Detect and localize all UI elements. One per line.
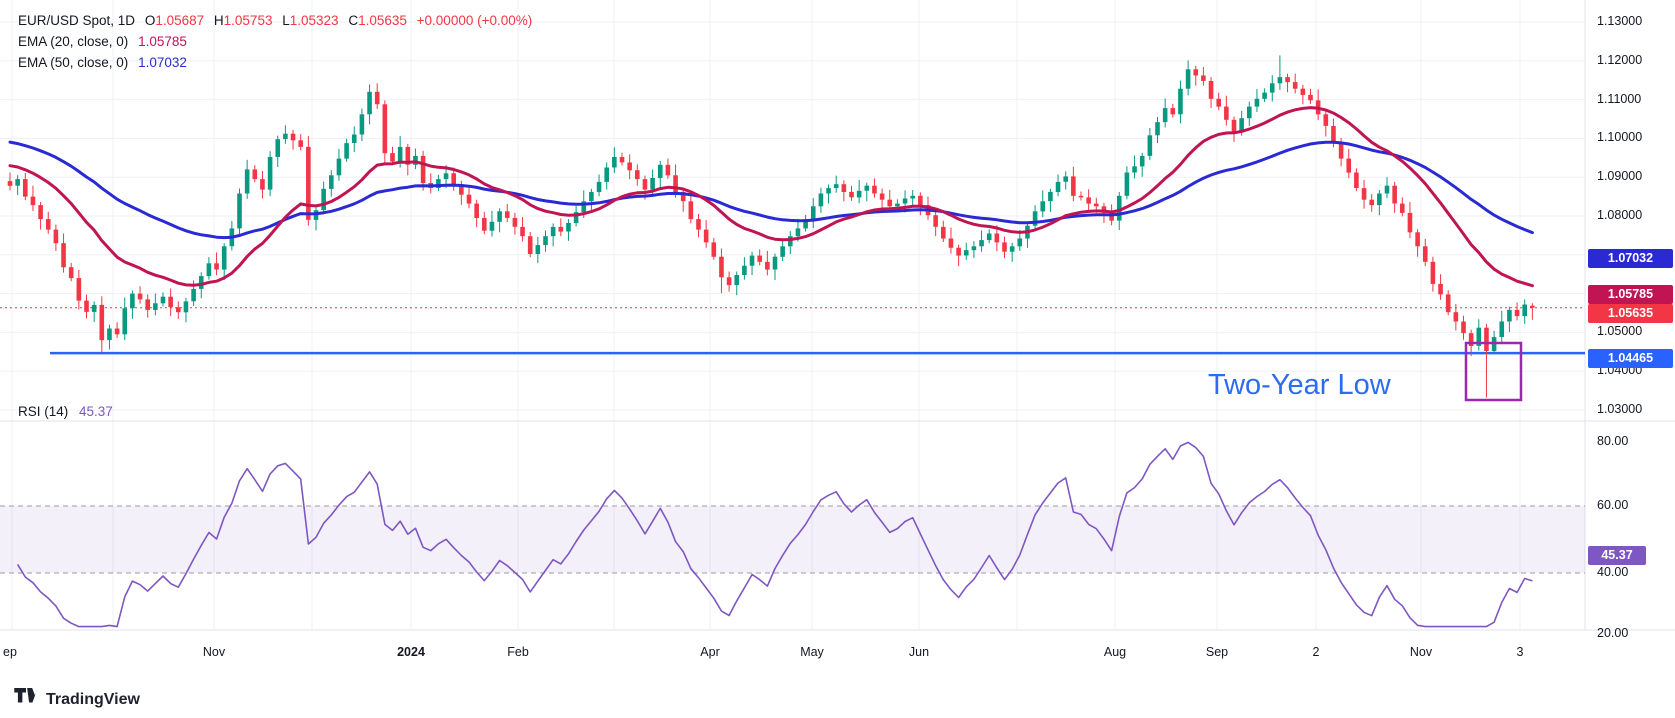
rsi-axis-label: 40.00: [1597, 565, 1628, 579]
ema20-value: 1.05785: [138, 34, 187, 49]
time-axis-label: Sep: [1206, 645, 1228, 659]
price-axis-label: 1.10000: [1597, 130, 1642, 144]
open-label: O: [145, 13, 156, 28]
time-axis-label: Apr: [700, 645, 719, 659]
low-label: L: [282, 13, 290, 28]
time-axis-label: May: [800, 645, 824, 659]
two-year-low-annotation[interactable]: Two-Year Low: [1208, 369, 1391, 402]
time-axis-label: Aug: [1104, 645, 1126, 659]
ema20-legend-row[interactable]: EMA (20, close, 0) 1.05785: [18, 31, 538, 52]
ema20-badge: 1.05785: [1588, 285, 1673, 304]
symbol-title: EUR/USD Spot, 1D: [18, 13, 135, 28]
tradingview-chart-window: EUR/USD Spot, 1D O1.05687 H1.05753 L1.05…: [0, 0, 1675, 718]
high-label: H: [214, 13, 224, 28]
chart-legend: EUR/USD Spot, 1D O1.05687 H1.05753 L1.05…: [18, 10, 538, 73]
time-axis-label: 2: [1313, 645, 1320, 659]
change-value: +0.00000 (+0.00%): [417, 13, 533, 28]
price-axis-label: 1.05000: [1597, 324, 1642, 338]
ema20-label: EMA (20, close, 0): [18, 34, 128, 49]
last-price-badge: 1.05635: [1588, 304, 1673, 323]
price-axis-label: 1.08000: [1597, 208, 1642, 222]
time-axis-label: Nov: [1410, 645, 1432, 659]
open-value: 1.05687: [155, 13, 204, 28]
rsi-legend-row[interactable]: RSI (14) 45.37: [18, 404, 113, 419]
time-axis-label: 3: [1517, 645, 1524, 659]
rsi-axis-label: 80.00: [1597, 434, 1628, 448]
ema50-value: 1.07032: [138, 55, 187, 70]
time-axis-label: Feb: [507, 645, 529, 659]
ema50-label: EMA (50, close, 0): [18, 55, 128, 70]
rsi-label: RSI (14): [18, 404, 68, 419]
time-axis-label: ep: [3, 645, 17, 659]
rsi-axis-label: 20.00: [1597, 626, 1628, 640]
tradingview-attribution[interactable]: TradingView: [14, 688, 140, 712]
rsi-value: 45.37: [79, 404, 113, 419]
support-badge: 1.04465: [1588, 349, 1673, 368]
close-value: 1.05635: [358, 13, 407, 28]
price-axis-label: 1.09000: [1597, 169, 1642, 183]
time-axis-label: 2024: [397, 645, 425, 659]
symbol-legend-row[interactable]: EUR/USD Spot, 1D O1.05687 H1.05753 L1.05…: [18, 10, 538, 31]
rsi-axis-label: 60.00: [1597, 498, 1628, 512]
price-axis-label: 1.12000: [1597, 53, 1642, 67]
ema50-legend-row[interactable]: EMA (50, close, 0) 1.07032: [18, 52, 538, 73]
tradingview-logo-icon: [14, 688, 38, 712]
high-value: 1.05753: [224, 13, 273, 28]
close-label: C: [348, 13, 358, 28]
rsi-band: [0, 506, 1585, 573]
ema50-badge: 1.07032: [1588, 249, 1673, 268]
tradingview-brand-text: TradingView: [46, 691, 140, 709]
chart-canvas[interactable]: [0, 0, 1675, 718]
rsi-badge: 45.37: [1588, 546, 1646, 565]
price-axis-label: 1.11000: [1597, 92, 1641, 106]
low-value: 1.05323: [290, 13, 339, 28]
time-axis-label: Jun: [909, 645, 929, 659]
price-axis-label: 1.03000: [1597, 402, 1642, 416]
price-axis-label: 1.13000: [1597, 14, 1642, 28]
time-axis-label: Nov: [203, 645, 225, 659]
